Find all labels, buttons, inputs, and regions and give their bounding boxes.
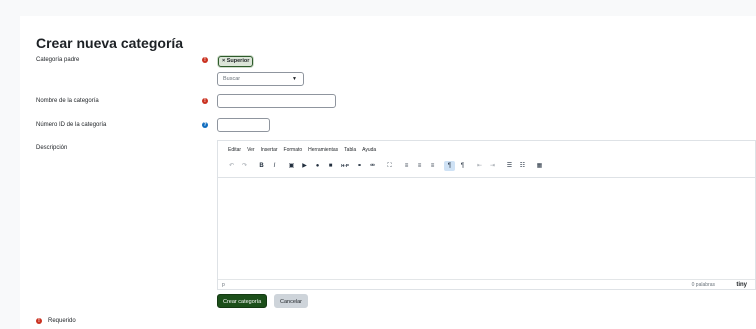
unlink-icon[interactable]: ⚮ [367, 161, 378, 171]
menu-editar[interactable]: Editar [228, 147, 241, 153]
required-icon: ! [202, 57, 208, 63]
menu-insertar[interactable]: Insertar [261, 147, 278, 153]
required-icon: ! [202, 98, 208, 104]
word-count[interactable]: 0 palabras [692, 280, 715, 290]
parent-category-tag[interactable]: × Superior [218, 56, 254, 67]
category-name-label: Nombre de la categoría [36, 98, 99, 104]
cancel-button[interactable]: Cancelar [274, 294, 309, 308]
menu-ayuda[interactable]: Ayuda [362, 147, 376, 153]
menu-formato[interactable]: Formato [284, 147, 303, 153]
category-idnumber-label: Número ID de la categoría [36, 122, 107, 128]
rich-text-editor[interactable]: Editar Ver Insertar Formato Herramientas… [217, 140, 756, 290]
menu-tabla[interactable]: Tabla [344, 147, 356, 153]
microphone-icon[interactable]: ● [312, 161, 323, 171]
bold-icon[interactable]: B [256, 161, 267, 171]
ltr-icon[interactable]: ¶ [444, 161, 455, 171]
indent-icon[interactable]: ⇥ [487, 161, 498, 171]
media-icon[interactable]: ▶ [299, 161, 310, 171]
bullet-list-icon[interactable]: ☰ [504, 161, 515, 171]
fullscreen-icon[interactable]: ⛶ [384, 161, 395, 171]
editor-menubar: Editar Ver Insertar Formato Herramientas… [228, 147, 376, 153]
numbered-list-icon[interactable]: ☷ [517, 161, 528, 171]
video-camera-icon[interactable]: ■ [325, 161, 336, 171]
required-legend: Requerido [48, 318, 76, 324]
parent-search-select[interactable]: Buscar ▼ [217, 72, 304, 86]
required-icon: ! [36, 318, 42, 324]
search-placeholder: Buscar [223, 76, 241, 82]
element-path[interactable]: p [222, 280, 225, 290]
undo-icon[interactable]: ↶ [226, 161, 237, 171]
create-category-button[interactable]: Crear categoría [217, 294, 268, 308]
rtl-icon[interactable]: ¶ [457, 161, 468, 171]
menu-ver[interactable]: Ver [247, 147, 255, 153]
redo-icon[interactable]: ↷ [239, 161, 250, 171]
editor-statusbar: p 0 palabras tiny [218, 279, 755, 289]
category-idnumber-input[interactable] [217, 118, 270, 132]
category-name-input[interactable] [217, 94, 336, 108]
editor-toolbar: ↶ ↷ B I ▣ ▶ ● ■ H-P ⚭ ⚮ ⛶ ≡ ≡ ≡ ¶ ¶ ⇤ ⇥ ☰ ☷ ▦ [226, 161, 547, 171]
image-icon[interactable]: ▣ [286, 161, 297, 171]
chevron-down-icon: ▼ [292, 76, 297, 82]
h5p-icon[interactable]: H-P [338, 161, 352, 171]
parent-category-label: Categoría padre [36, 57, 80, 63]
calculator-icon[interactable]: ▦ [534, 161, 545, 171]
italic-icon[interactable]: I [269, 161, 280, 171]
page-title: Crear nueva categoría [36, 35, 184, 51]
align-left-icon[interactable]: ≡ [401, 161, 412, 171]
editor-content-area[interactable] [218, 177, 755, 277]
link-icon[interactable]: ⚭ [354, 161, 365, 171]
align-center-icon[interactable]: ≡ [414, 161, 425, 171]
description-label: Descripción [36, 145, 68, 151]
align-right-icon[interactable]: ≡ [427, 161, 438, 171]
help-icon[interactable]: ? [202, 122, 208, 128]
tiny-logo[interactable]: tiny [736, 280, 747, 290]
menu-herramientas[interactable]: Herramientas [308, 147, 338, 153]
outdent-icon[interactable]: ⇤ [474, 161, 485, 171]
